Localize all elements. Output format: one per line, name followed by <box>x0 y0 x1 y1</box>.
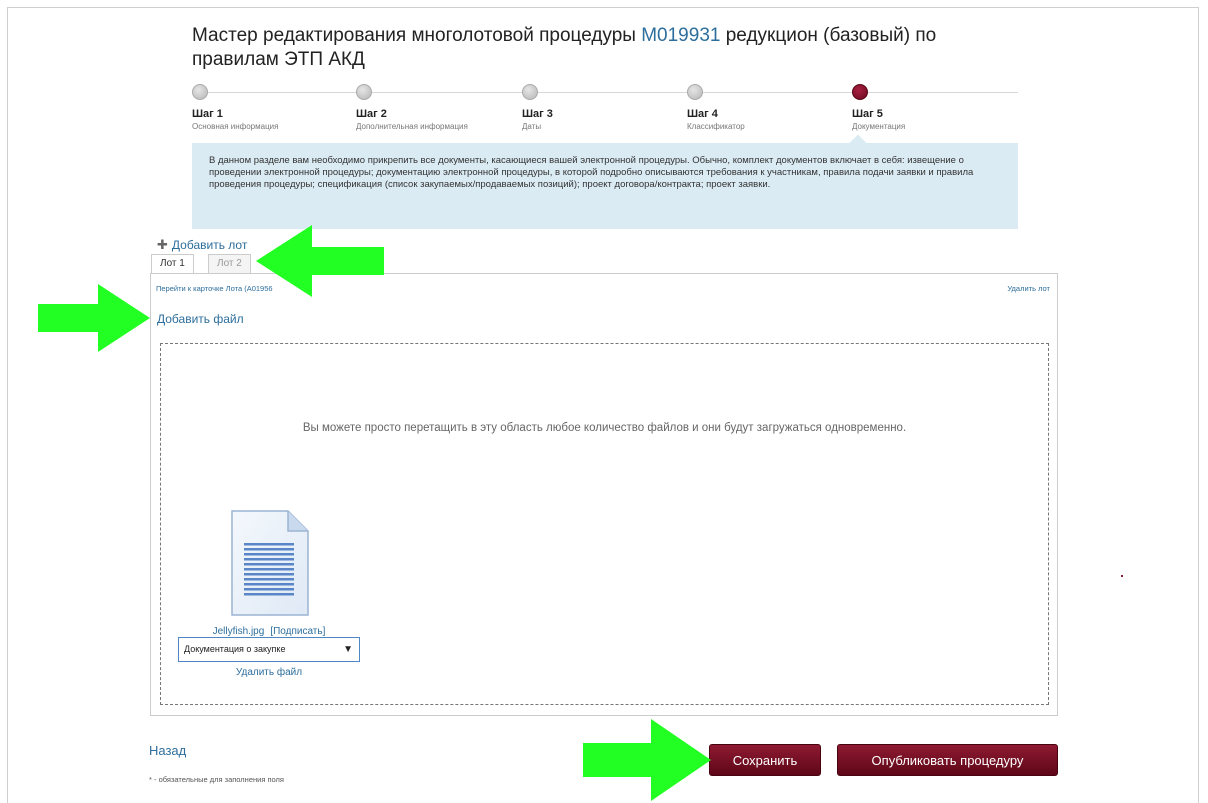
file-card: Jellyfish.jpg [Подписать] Документация о … <box>178 509 360 684</box>
steps-line <box>202 92 1018 93</box>
document-file-icon[interactable] <box>230 509 310 617</box>
step-desc: Документация <box>852 122 906 131</box>
sign-file-link[interactable]: [Подписать] <box>270 626 325 637</box>
step-label: Шаг 4 <box>687 108 718 120</box>
lot-panel: Перейти к карточке Лота (A01956 Удалить … <box>150 273 1058 716</box>
step-dot-icon <box>687 84 703 100</box>
step-dot-icon <box>522 84 538 100</box>
step-label: Шаг 2 <box>356 108 387 120</box>
step-dot-icon <box>356 84 372 100</box>
step-dot-active-icon <box>852 84 868 100</box>
delete-file-link[interactable]: Удалить файл <box>178 667 360 678</box>
add-lot-label: Добавить лот <box>171 238 248 252</box>
info-text: В данном разделе вам необходимо прикрепи… <box>209 155 974 190</box>
step-label: Шаг 3 <box>522 108 553 120</box>
step-desc: Основная информация <box>192 122 279 131</box>
file-dropzone[interactable]: Вы можете просто перетащить в эту област… <box>160 343 1049 705</box>
document-type-value: Документация о закупке <box>184 644 286 654</box>
file-name[interactable]: Jellyfish.jpg <box>213 626 265 637</box>
step-dot-icon <box>192 84 208 100</box>
save-button[interactable]: Сохранить <box>709 744 821 776</box>
step-desc: Даты <box>522 122 542 131</box>
page-title: Мастер редактирования многолотовой проце… <box>192 24 1012 72</box>
chevron-down-icon: ▼ <box>343 644 353 655</box>
plus-icon: ✚ <box>157 237 168 252</box>
add-lot-link[interactable]: ✚ Добавить лот <box>157 238 247 252</box>
wizard-steps: Шаг 1 Основная информация Шаг 2 Дополнит… <box>192 82 1018 132</box>
step-desc: Дополнительная информация <box>356 122 468 131</box>
delete-lot-link[interactable]: Удалить лот <box>1007 284 1050 293</box>
info-box: В данном разделе вам необходимо прикрепи… <box>192 134 1018 229</box>
tab-lot-2[interactable]: Лот 2 <box>208 254 251 273</box>
title-before: Мастер редактирования многолотовой проце… <box>192 25 642 46</box>
stray-dot <box>1121 575 1123 577</box>
publish-procedure-button[interactable]: Опубликовать процедуру <box>837 744 1058 776</box>
required-fields-note: * - обязательные для заполнения поля <box>149 775 284 784</box>
file-name-row: Jellyfish.jpg [Подписать] <box>178 626 360 637</box>
back-link[interactable]: Назад <box>149 743 186 758</box>
lot-card-link[interactable]: Перейти к карточке Лота (A01956 <box>156 284 273 293</box>
step-label: Шаг 1 <box>192 108 223 120</box>
document-type-select[interactable]: Документация о закупке ▼ <box>178 637 360 662</box>
tab-lot-1[interactable]: Лот 1 <box>151 254 194 274</box>
step-desc: Классификатор <box>687 122 745 131</box>
add-file-link[interactable]: Добавить файл <box>157 312 244 326</box>
step-label: Шаг 5 <box>852 108 883 120</box>
dropzone-hint: Вы можете просто перетащить в эту област… <box>302 422 907 434</box>
procedure-number-link[interactable]: M019931 <box>641 25 720 46</box>
